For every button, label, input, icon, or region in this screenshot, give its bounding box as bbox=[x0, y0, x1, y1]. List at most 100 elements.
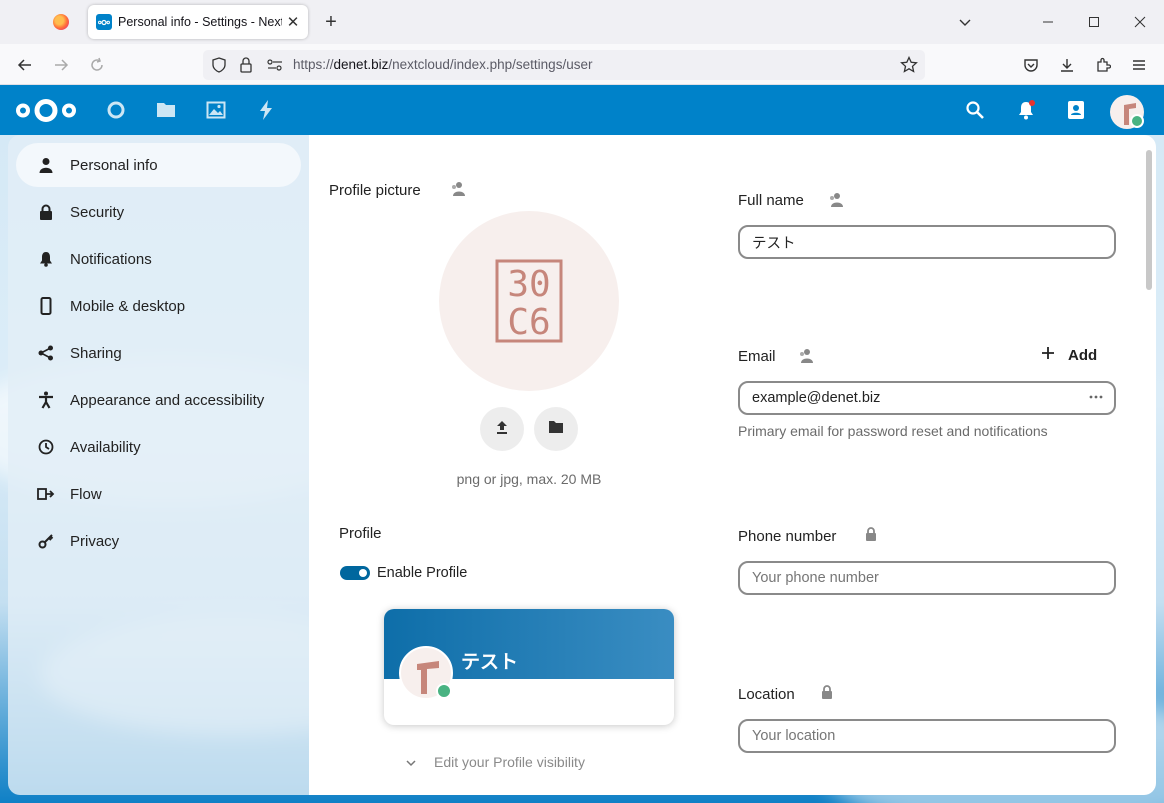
choose-avatar-from-files-button[interactable] bbox=[534, 407, 578, 451]
profile-avatar: 30 C6 bbox=[439, 211, 619, 391]
downloads-icon[interactable] bbox=[1054, 52, 1080, 78]
contacts-icon[interactable] bbox=[1063, 97, 1089, 123]
new-tab-button[interactable]: + bbox=[320, 10, 342, 34]
menu-hamburger-icon[interactable] bbox=[1126, 52, 1152, 78]
maximize-icon[interactable] bbox=[1082, 10, 1106, 34]
lock-icon bbox=[36, 202, 56, 222]
chevron-down-icon[interactable] bbox=[405, 756, 417, 774]
more-actions-icon[interactable] bbox=[1088, 389, 1104, 409]
sidebar-item-label: Availability bbox=[70, 438, 141, 456]
browser-tab-active[interactable]: Personal info - Settings - Nextcloud ✕ bbox=[88, 5, 308, 39]
person-icon bbox=[36, 155, 56, 175]
tab-list-chevron-icon[interactable] bbox=[953, 10, 977, 34]
sidebar-item-label: Personal info bbox=[70, 156, 158, 174]
sidebar-item-label: Flow bbox=[70, 485, 102, 503]
search-icon[interactable] bbox=[962, 97, 988, 123]
activity-icon[interactable] bbox=[253, 97, 279, 123]
email-field[interactable]: example@denet.biz bbox=[738, 381, 1116, 415]
svg-text:C6: C6 bbox=[507, 302, 550, 343]
pocket-icon[interactable] bbox=[1018, 52, 1044, 78]
settings-sidebar: Personal info Security Notifications Mob… bbox=[8, 135, 309, 795]
address-bar[interactable]: https://denet.biz/nextcloud/index.php/se… bbox=[203, 50, 925, 80]
lock-icon[interactable] bbox=[864, 526, 882, 544]
sidebar-item-appearance[interactable]: Appearance and accessibility bbox=[16, 378, 301, 422]
svg-text:30: 30 bbox=[507, 264, 550, 305]
accessibility-icon bbox=[36, 390, 56, 410]
nextcloud-logo-icon[interactable] bbox=[15, 97, 77, 129]
scope-contacts-icon[interactable] bbox=[797, 347, 815, 365]
add-email-button[interactable]: Add bbox=[1042, 343, 1097, 367]
location-label: Location bbox=[738, 686, 795, 703]
site-permissions-icon[interactable] bbox=[266, 57, 284, 78]
folder-icon bbox=[548, 420, 564, 439]
phone-field[interactable]: Your phone number bbox=[738, 561, 1116, 595]
back-arrow-icon[interactable] bbox=[12, 52, 38, 78]
browser-tab-strip: Personal info - Settings - Nextcloud ✕ + bbox=[0, 0, 1164, 44]
enable-profile-label[interactable]: Enable Profile bbox=[377, 565, 467, 581]
add-email-label: Add bbox=[1068, 346, 1098, 364]
sidebar-item-label: Mobile & desktop bbox=[70, 297, 186, 315]
dashboard-icon[interactable] bbox=[103, 97, 129, 123]
photos-icon[interactable] bbox=[203, 97, 229, 123]
sidebar-item-flow[interactable]: Flow bbox=[16, 472, 301, 516]
url-text[interactable]: https://denet.biz/nextcloud/index.php/se… bbox=[293, 57, 592, 72]
extensions-icon[interactable] bbox=[1090, 52, 1116, 78]
email-label: Email bbox=[738, 348, 776, 365]
lock-icon[interactable] bbox=[238, 56, 254, 79]
online-status-icon bbox=[1130, 114, 1144, 128]
close-window-icon[interactable] bbox=[1128, 10, 1152, 34]
sidebar-item-label: Privacy bbox=[70, 532, 120, 550]
clock-icon bbox=[36, 437, 56, 457]
email-value: example@denet.biz bbox=[752, 390, 881, 406]
personal-info-content: Profile picture 30 C6 png or jpg, max. 2… bbox=[309, 135, 1156, 795]
profile-card-name: テスト bbox=[461, 652, 519, 673]
sidebar-item-availability[interactable]: Availability bbox=[16, 425, 301, 469]
avatar-file-hint: png or jpg, max. 20 MB bbox=[456, 471, 602, 487]
sidebar-item-mobile-desktop[interactable]: Mobile & desktop bbox=[16, 284, 301, 328]
flow-icon bbox=[36, 484, 56, 504]
sidebar-item-personal-info[interactable]: Personal info bbox=[16, 143, 301, 187]
files-icon[interactable] bbox=[153, 97, 179, 123]
scope-contacts-icon[interactable] bbox=[827, 191, 845, 209]
online-status-icon bbox=[436, 683, 452, 699]
close-tab-icon[interactable]: ✕ bbox=[286, 13, 300, 31]
bell-icon bbox=[36, 249, 56, 269]
full-name-label: Full name bbox=[738, 192, 804, 209]
browser-navigation-bar: https://denet.biz/nextcloud/index.php/se… bbox=[0, 44, 1164, 85]
sidebar-item-label: Security bbox=[70, 203, 125, 221]
key-icon bbox=[36, 531, 56, 551]
reload-icon[interactable] bbox=[84, 52, 110, 78]
full-name-field[interactable]: テスト bbox=[738, 225, 1116, 259]
enable-profile-toggle[interactable] bbox=[340, 566, 370, 580]
tab-title: Personal info - Settings - Nextcloud bbox=[118, 15, 282, 29]
tracking-shield-icon[interactable] bbox=[211, 57, 227, 78]
forward-arrow-icon[interactable] bbox=[48, 52, 74, 78]
upload-icon bbox=[495, 420, 509, 439]
profile-label: Profile bbox=[339, 525, 382, 542]
firefox-icon bbox=[53, 14, 69, 30]
sidebar-item-label: Notifications bbox=[70, 250, 152, 268]
scope-contacts-icon[interactable] bbox=[449, 180, 467, 198]
nextcloud-favicon-icon bbox=[96, 14, 112, 30]
sidebar-item-label: Sharing bbox=[70, 344, 122, 362]
sidebar-item-label: Appearance and accessibility bbox=[70, 391, 265, 409]
minimize-icon[interactable] bbox=[1036, 10, 1060, 34]
sidebar-item-sharing[interactable]: Sharing bbox=[16, 331, 301, 375]
bell-icon[interactable] bbox=[1013, 97, 1039, 123]
sidebar-item-security[interactable]: Security bbox=[16, 190, 301, 234]
upload-avatar-button[interactable] bbox=[480, 407, 524, 451]
location-field[interactable]: Your location bbox=[738, 719, 1116, 753]
content-scrollbar[interactable] bbox=[1146, 150, 1152, 290]
plus-icon bbox=[1042, 346, 1054, 364]
lock-icon[interactable] bbox=[820, 684, 838, 702]
firefox-view-button[interactable] bbox=[46, 10, 76, 34]
share-icon bbox=[36, 343, 56, 363]
phone-label: Phone number bbox=[738, 528, 837, 545]
sidebar-item-notifications[interactable]: Notifications bbox=[16, 237, 301, 281]
email-hint: Primary email for password reset and not… bbox=[738, 423, 1048, 439]
profile-preview-card[interactable]: テスト bbox=[384, 609, 674, 725]
sidebar-item-privacy[interactable]: Privacy bbox=[16, 519, 301, 563]
bookmark-star-icon[interactable] bbox=[900, 55, 918, 79]
nextcloud-header bbox=[0, 85, 1164, 135]
edit-profile-visibility-link[interactable]: Edit your Profile visibility bbox=[434, 754, 585, 770]
